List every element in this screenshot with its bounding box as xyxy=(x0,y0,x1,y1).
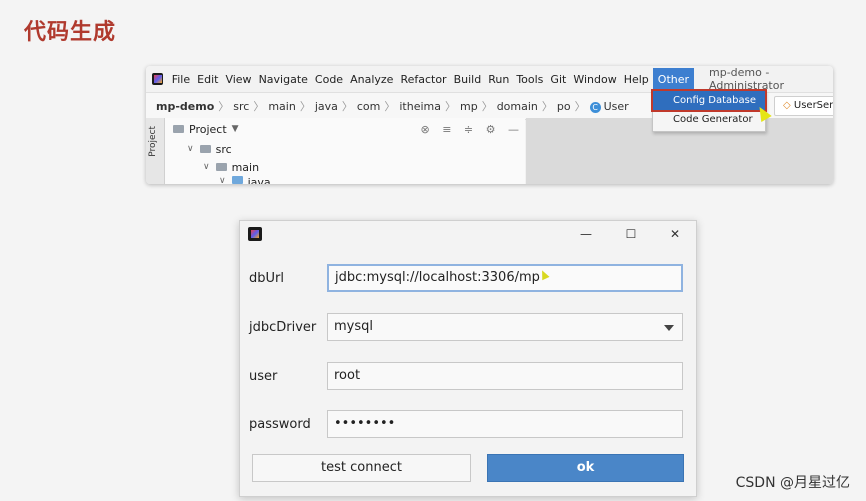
breadcrumb-item[interactable]: mp-demo xyxy=(146,100,217,113)
menu-code[interactable]: Code xyxy=(312,73,346,86)
breadcrumb-item[interactable]: itheima xyxy=(396,100,444,113)
menu-edit[interactable]: Edit xyxy=(194,73,221,86)
watermark: CSDN @月星过亿 xyxy=(735,475,850,491)
menu-analyze[interactable]: Analyze xyxy=(347,73,396,86)
other-dropdown-menu: Config Database Code Generator xyxy=(651,89,767,132)
hide-icon[interactable]: — xyxy=(508,123,519,136)
config-database-dialog: — ☐ ✕ dbUrl jdbc:mysql://localhost:3306/… xyxy=(239,220,697,497)
breadcrumb-item[interactable]: src xyxy=(230,100,252,113)
chevron-down-icon[interactable]: ∨ xyxy=(219,176,226,184)
jdbcdriver-select[interactable]: mysql xyxy=(327,313,683,341)
tool-window-strip: Project xyxy=(146,118,165,184)
menu-tools[interactable]: Tools xyxy=(513,73,546,86)
chevron-right-icon: 〉 xyxy=(481,100,493,113)
password-label: password xyxy=(249,417,311,432)
config-database-menu-item[interactable]: Config Database xyxy=(651,89,767,112)
menu-refactor[interactable]: Refactor xyxy=(397,73,449,86)
menu-navigate[interactable]: Navigate xyxy=(256,73,311,86)
intellij-logo-icon xyxy=(152,73,163,85)
java-file-icon: ◇ xyxy=(783,100,791,111)
chevron-right-icon: 〉 xyxy=(384,100,396,113)
user-label: user xyxy=(249,369,278,384)
dialog-title-bar: — ☐ ✕ xyxy=(240,221,696,247)
breadcrumb-item[interactable]: java xyxy=(312,100,341,113)
menu-run[interactable]: Run xyxy=(485,73,512,86)
minimize-button[interactable]: — xyxy=(574,223,598,245)
close-button[interactable]: ✕ xyxy=(663,223,687,245)
menu-bar: File Edit View Navigate Code Analyze Ref… xyxy=(146,66,833,92)
project-panel: Project ▼ ⊗ ≡ ≑ ⚙ — ∨ src ∨ main ∨ java xyxy=(165,118,525,184)
password-input[interactable]: •••••••• xyxy=(327,410,683,438)
breadcrumb-item[interactable]: com xyxy=(354,100,384,113)
panel-toolbar: ⊗ ≡ ≑ ⚙ — xyxy=(411,123,519,136)
menu-git[interactable]: Git xyxy=(547,73,569,86)
folder-icon xyxy=(173,125,184,133)
dburl-value: jdbc:mysql://localhost:3306/mp xyxy=(335,270,540,285)
editor-tab[interactable]: ◇ UserSer xyxy=(774,96,833,116)
menu-other[interactable]: Other xyxy=(652,67,695,91)
chevron-right-icon: 〉 xyxy=(218,100,230,113)
tree-item-label: src xyxy=(215,142,232,156)
breadcrumb-item[interactable]: main xyxy=(265,100,298,113)
tree-item-java[interactable]: ∨ java xyxy=(165,176,525,184)
tree-item-label: main xyxy=(231,160,260,174)
breadcrumb-label: User xyxy=(603,99,629,113)
class-icon: C xyxy=(589,101,601,113)
tree-item-main[interactable]: ∨ main xyxy=(165,158,525,176)
ide-window: File Edit View Navigate Code Analyze Ref… xyxy=(146,66,833,184)
chevron-right-icon: 〉 xyxy=(574,100,586,113)
chevron-right-icon: 〉 xyxy=(541,100,553,113)
chevron-down-icon[interactable] xyxy=(664,325,674,331)
folder-icon xyxy=(199,145,211,153)
collapse-all-icon[interactable]: ≑ xyxy=(464,123,473,136)
breadcrumb-item-user[interactable]: C User xyxy=(587,100,632,113)
menu-view[interactable]: View xyxy=(222,73,254,86)
user-input[interactable]: root xyxy=(327,362,683,390)
intellij-logo-icon xyxy=(248,227,262,241)
editor-tab-label: UserSer xyxy=(793,100,833,111)
folder-icon xyxy=(231,176,243,184)
chevron-down-icon[interactable]: ▼ xyxy=(232,124,239,134)
dburl-input[interactable]: jdbc:mysql://localhost:3306/mp xyxy=(327,264,683,292)
menu-file[interactable]: File xyxy=(169,73,193,86)
slide-title: 代码生成 xyxy=(24,20,117,45)
breadcrumb-item[interactable]: mp xyxy=(457,100,481,113)
maximize-button[interactable]: ☐ xyxy=(619,223,643,245)
menu-window[interactable]: Window xyxy=(570,73,619,86)
code-generator-menu-item[interactable]: Code Generator xyxy=(653,110,765,129)
menu-build[interactable]: Build xyxy=(451,73,485,86)
test-connect-button[interactable]: test connect xyxy=(252,454,471,482)
tree-item-label: java xyxy=(247,176,271,184)
chevron-right-icon: 〉 xyxy=(341,100,353,113)
expand-all-icon[interactable]: ≡ xyxy=(442,123,451,136)
tree-item-src[interactable]: ∨ src xyxy=(165,140,525,158)
jdbcdriver-label: jdbcDriver xyxy=(249,320,317,335)
gear-icon[interactable]: ⚙ xyxy=(486,123,496,136)
chevron-right-icon: 〉 xyxy=(445,100,456,113)
project-side-tab[interactable]: Project xyxy=(148,126,158,157)
menu-help[interactable]: Help xyxy=(621,73,652,86)
chevron-down-icon[interactable]: ∨ xyxy=(187,144,194,154)
locate-icon[interactable]: ⊗ xyxy=(420,123,429,136)
window-title: mp-demo - Administrator xyxy=(709,66,785,92)
chevron-right-icon: 〉 xyxy=(299,100,311,113)
jdbcdriver-value: mysql xyxy=(334,319,373,334)
project-panel-title[interactable]: Project xyxy=(189,123,227,136)
dburl-label: dbUrl xyxy=(249,271,284,286)
password-value: •••••••• xyxy=(334,416,396,431)
breadcrumb-item[interactable]: po xyxy=(554,100,574,113)
project-panel-header: Project ▼ ⊗ ≡ ≑ ⚙ — xyxy=(165,118,525,140)
chevron-down-icon[interactable]: ∨ xyxy=(203,162,210,172)
breadcrumb-item[interactable]: domain xyxy=(494,100,541,113)
user-value: root xyxy=(334,368,361,383)
ok-button[interactable]: ok xyxy=(487,454,684,482)
folder-icon xyxy=(215,163,227,171)
chevron-right-icon: 〉 xyxy=(253,100,265,113)
